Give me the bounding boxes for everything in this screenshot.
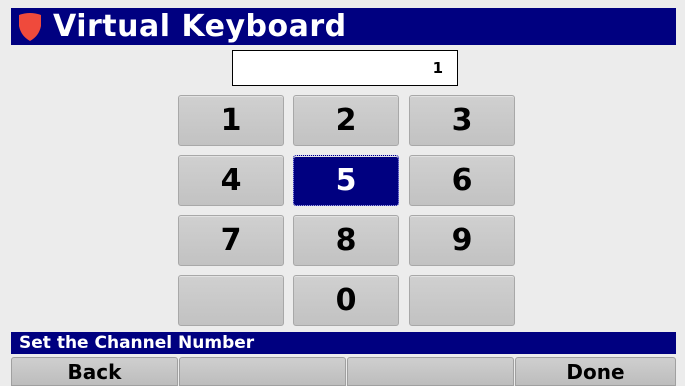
key-blank-right[interactable] <box>409 275 515 326</box>
key-8[interactable]: 8 <box>293 215 399 266</box>
title-bar: Virtual Keyboard <box>11 8 676 45</box>
back-button[interactable]: Back <box>11 357 178 386</box>
page-title: Virtual Keyboard <box>53 9 347 44</box>
status-bar: Set the Channel Number <box>11 332 676 354</box>
entry-field[interactable]: 1 <box>232 50 458 86</box>
key-9[interactable]: 9 <box>409 215 515 266</box>
key-0[interactable]: 0 <box>293 275 399 326</box>
key-1[interactable]: 1 <box>178 95 284 146</box>
shield-icon <box>17 11 47 43</box>
key-3[interactable]: 3 <box>409 95 515 146</box>
key-2[interactable]: 2 <box>293 95 399 146</box>
key-7[interactable]: 7 <box>178 215 284 266</box>
key-5[interactable]: 5 <box>293 155 399 206</box>
softkey-2[interactable] <box>179 357 346 386</box>
key-4[interactable]: 4 <box>178 155 284 206</box>
key-blank-left[interactable] <box>178 275 284 326</box>
softkey-3[interactable] <box>347 357 514 386</box>
key-6[interactable]: 6 <box>409 155 515 206</box>
done-button[interactable]: Done <box>515 357 676 386</box>
